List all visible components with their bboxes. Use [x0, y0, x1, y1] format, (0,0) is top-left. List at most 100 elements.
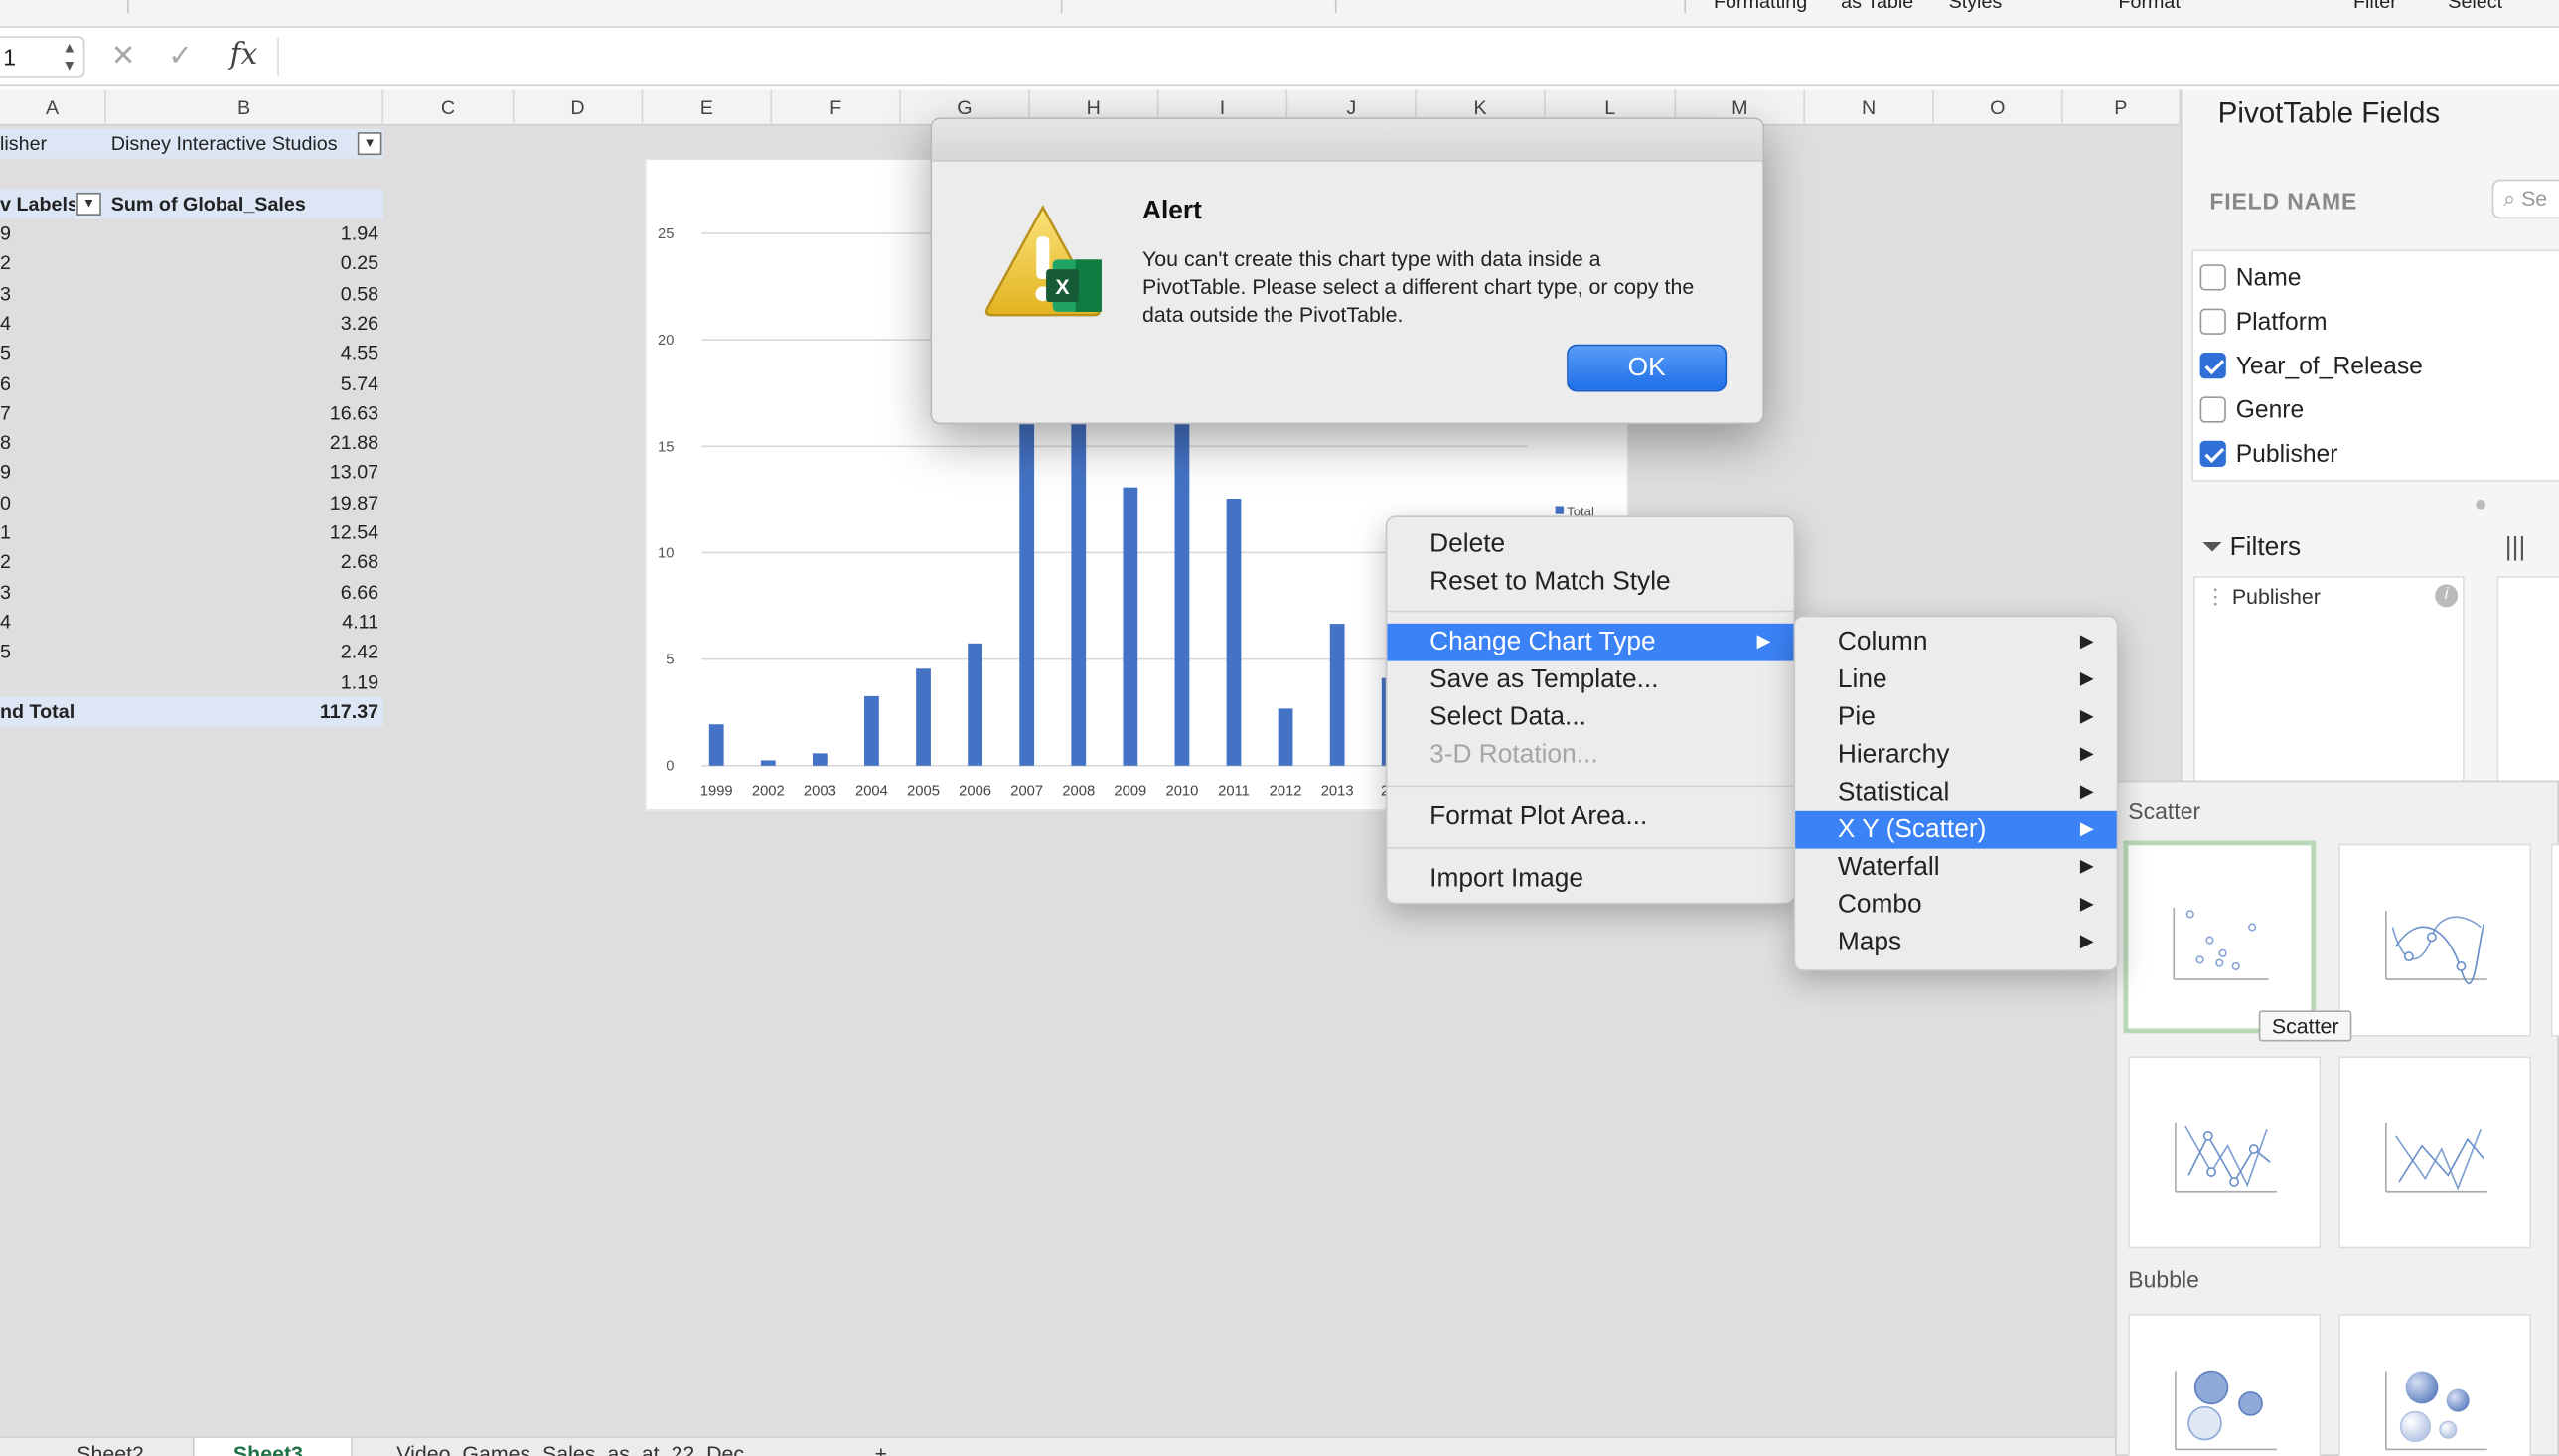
- column-header-d[interactable]: D: [515, 89, 644, 126]
- chart-bar: [968, 643, 983, 766]
- chart-y-tick-label: 25: [658, 226, 674, 242]
- column-header-e[interactable]: E: [643, 89, 773, 126]
- checkbox-checked[interactable]: [2199, 440, 2226, 468]
- submenu-item-pie[interactable]: Pie ▶: [1795, 698, 2117, 736]
- enter-icon[interactable]: ✓: [168, 39, 193, 73]
- splitter-handle-icon[interactable]: [2476, 499, 2486, 510]
- ribbon-filter[interactable]: Filter: [2353, 0, 2397, 13]
- alert-dialog: X Alert You can't create this chart type…: [930, 117, 1764, 425]
- submenu-item-combo[interactable]: Combo ▶: [1795, 886, 2117, 924]
- scatter-chart-option[interactable]: [2123, 840, 2317, 1034]
- submenu-item-waterfall[interactable]: Waterfall ▶: [1795, 849, 2117, 887]
- scatter-option-partial[interactable]: [2550, 843, 2559, 1037]
- menu-item-select-data[interactable]: Select Data...: [1387, 698, 1793, 736]
- column-header-a[interactable]: A: [0, 89, 106, 126]
- menu-item-save-as-template[interactable]: Save as Template...: [1387, 661, 1793, 699]
- chart-y-tick-label: 15: [658, 439, 674, 455]
- scatter-smooth-lines-markers-option[interactable]: [2338, 843, 2532, 1037]
- ribbon: Formatting as Table Styles Format Filter…: [0, 0, 2559, 28]
- column-header-p[interactable]: P: [2063, 89, 2181, 126]
- pivot-row-label: 7: [0, 400, 11, 424]
- column-header-o[interactable]: O: [1934, 89, 2063, 126]
- info-icon[interactable]: i: [2435, 584, 2459, 608]
- bubble-chart-option[interactable]: [2128, 1314, 2322, 1456]
- grand-total-value: 117.37: [319, 700, 379, 724]
- gallery-section-bubble: Bubble: [2128, 1266, 2199, 1293]
- sheet-tab-sheet2[interactable]: Sheet2: [76, 1441, 144, 1456]
- sheet-tab-video-games[interactable]: Video_Games_Sales_as_at_22_Dec: [396, 1441, 744, 1456]
- checkbox[interactable]: [2199, 264, 2226, 291]
- checkbox[interactable]: [2199, 308, 2226, 335]
- menu-item-reset-to-match-style[interactable]: Reset to Match Style: [1387, 563, 1793, 601]
- pivot-row-value: 1.19: [340, 669, 379, 693]
- search-icon: ⌕: [2503, 186, 2516, 212]
- insert-function-icon[interactable]: fx: [230, 38, 258, 73]
- sheet-tab-sheet3[interactable]: Sheet3: [233, 1441, 303, 1456]
- ribbon-conditional-formatting[interactable]: Formatting: [1714, 0, 1807, 13]
- checkbox[interactable]: [2199, 396, 2226, 423]
- field-item-genre[interactable]: Genre: [2199, 391, 2304, 427]
- name-box-stepper-icon[interactable]: ▲ ▼: [63, 39, 77, 74]
- cancel-icon[interactable]: ✕: [111, 39, 136, 73]
- ok-button[interactable]: OK: [1567, 344, 1728, 392]
- filter-icon[interactable]: ▼: [357, 132, 382, 156]
- field-item-publisher[interactable]: Publisher: [2199, 436, 2337, 472]
- ribbon-format[interactable]: Format: [2118, 0, 2180, 13]
- field-name-label: FIELD NAME: [2209, 188, 2358, 215]
- bubble-icon: [2175, 1370, 2277, 1451]
- chart-x-tick-label: 2005: [907, 783, 940, 799]
- scatter-smooth-lines-icon: [2385, 911, 2487, 985]
- submenu-item-hierarchy[interactable]: Hierarchy ▶: [1795, 736, 2117, 774]
- formula-input[interactable]: [290, 41, 2542, 73]
- submenu-item-xy-scatter[interactable]: X Y (Scatter) ▶: [1795, 810, 2117, 849]
- submenu-arrow-icon: ▶: [2079, 706, 2094, 727]
- scatter-straight-lines-markers-option[interactable]: [2128, 1056, 2322, 1249]
- menu-item-format-plot-area[interactable]: Format Plot Area...: [1387, 799, 1793, 836]
- filters-box[interactable]: ⋮ Publisher i: [2193, 576, 2465, 784]
- field-item-year-of-release[interactable]: Year_of_Release: [2199, 348, 2423, 383]
- chart-x-tick-label: 2008: [1062, 783, 1095, 799]
- menu-item-change-chart-type[interactable]: Change Chart Type ▶: [1387, 623, 1794, 661]
- chart-x-tick-label: 2013: [1321, 783, 1354, 799]
- field-item-platform[interactable]: Platform: [2199, 304, 2327, 340]
- column-header-n[interactable]: N: [1805, 89, 1934, 126]
- column-header-f[interactable]: F: [772, 89, 901, 126]
- scatter-tooltip: Scatter: [2258, 1010, 2352, 1042]
- ribbon-format-as-table[interactable]: as Table: [1841, 0, 1913, 13]
- scatter-straight-lines-option[interactable]: [2338, 1056, 2532, 1249]
- pivot-row-value: 4.55: [340, 341, 379, 364]
- sum-header: Sum of Global_Sales: [110, 192, 306, 216]
- name-box[interactable]: 1 ▲ ▼: [0, 36, 85, 78]
- ribbon-separator: [1684, 0, 1687, 14]
- column-header-b[interactable]: B: [106, 89, 384, 126]
- submenu-arrow-icon: ▶: [2079, 894, 2094, 915]
- submenu-item-line[interactable]: Line ▶: [1795, 661, 2117, 699]
- menu-item-delete[interactable]: Delete: [1387, 525, 1793, 563]
- submenu-item-maps[interactable]: Maps ▶: [1795, 924, 2117, 961]
- formula-bar: 1 ▲ ▼ ✕ ✓ fx: [0, 27, 2559, 87]
- column-header-c[interactable]: C: [383, 89, 515, 126]
- drag-handle-icon: ⋮: [2204, 584, 2226, 610]
- warning-excel-icon: X: [980, 201, 1105, 330]
- pivot-filter-value[interactable]: Disney Interactive Studios: [111, 129, 353, 159]
- submenu-arrow-icon: ▶: [2079, 632, 2094, 652]
- submenu-item-column[interactable]: Column ▶: [1795, 624, 2117, 661]
- field-list: Name Platform Year_of_Release Genre Publ…: [2191, 249, 2559, 482]
- sheet-tabs: Sheet2 Sheet3 Video_Games_Sales_as_at_22…: [0, 1436, 2122, 1456]
- filters-label: Filters: [2229, 533, 2302, 562]
- ribbon-cell-styles[interactable]: Styles: [1949, 0, 2003, 13]
- 3d-bubble-chart-option[interactable]: [2338, 1314, 2532, 1456]
- columns-box[interactable]: [2496, 576, 2559, 784]
- submenu-item-statistical[interactable]: Statistical ▶: [1795, 774, 2117, 811]
- checkbox-checked[interactable]: [2199, 352, 2226, 379]
- row-labels-dropdown-icon[interactable]: ▼: [76, 192, 101, 216]
- ribbon-select[interactable]: Select: [2448, 0, 2502, 13]
- field-search-input[interactable]: ⌕ Se: [2491, 179, 2559, 219]
- filter-item-publisher[interactable]: ⋮ Publisher: [2205, 584, 2321, 610]
- add-sheet-button[interactable]: +: [875, 1441, 887, 1456]
- chart-type-gallery: Scatter Scatter Bubble: [2115, 780, 2559, 1456]
- chart-x-tick-label: 2011: [1218, 783, 1250, 799]
- menu-item-import-image[interactable]: Import Image: [1387, 860, 1793, 898]
- field-item-name[interactable]: Name: [2199, 259, 2301, 295]
- formula-divider: [277, 37, 279, 77]
